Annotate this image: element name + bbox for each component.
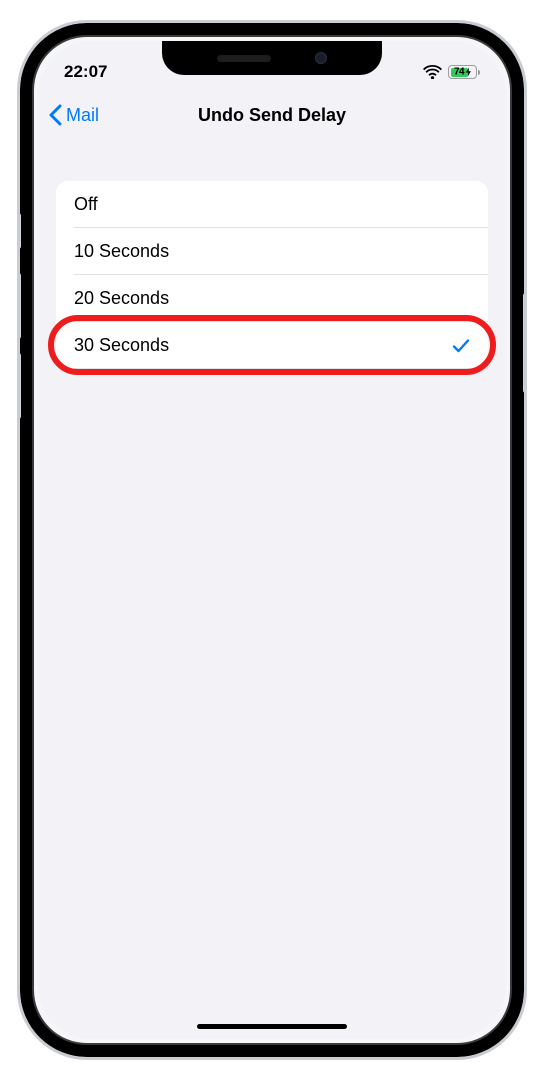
back-button-label: Mail (66, 105, 99, 126)
page-title: Undo Send Delay (38, 105, 506, 126)
home-indicator[interactable] (197, 1024, 347, 1029)
screen: 22:07 74 (38, 41, 506, 1039)
checkmark-icon (452, 338, 470, 354)
mute-switch (17, 213, 21, 249)
option-label: Off (74, 194, 98, 215)
option-label: 10 Seconds (74, 241, 169, 262)
wifi-icon (423, 65, 442, 79)
chevron-left-icon (48, 104, 62, 126)
option-30-seconds[interactable]: 30 Seconds (56, 322, 488, 369)
battery-indicator: 74 (448, 65, 480, 79)
option-off[interactable]: Off (56, 181, 488, 228)
back-button[interactable]: Mail (48, 104, 99, 126)
phone-frame: 22:07 74 (17, 20, 527, 1060)
speaker-grille (217, 55, 271, 62)
notch (162, 41, 382, 75)
front-camera (315, 52, 327, 64)
power-button (523, 293, 527, 393)
volume-down-button (17, 353, 21, 419)
content-area: Off 10 Seconds 20 Seconds 30 Seconds (38, 139, 506, 369)
option-label: 20 Seconds (74, 288, 169, 309)
volume-up-button (17, 273, 21, 339)
option-20-seconds[interactable]: 20 Seconds (56, 275, 488, 322)
battery-percent-label: 74 (454, 67, 464, 78)
nav-bar: Mail Undo Send Delay (38, 91, 506, 139)
option-label: 30 Seconds (74, 335, 169, 356)
delay-options-list: Off 10 Seconds 20 Seconds 30 Seconds (56, 181, 488, 369)
status-right: 74 (380, 65, 480, 79)
option-10-seconds[interactable]: 10 Seconds (56, 228, 488, 275)
charging-bolt-icon (465, 68, 471, 77)
status-time: 22:07 (64, 62, 164, 82)
